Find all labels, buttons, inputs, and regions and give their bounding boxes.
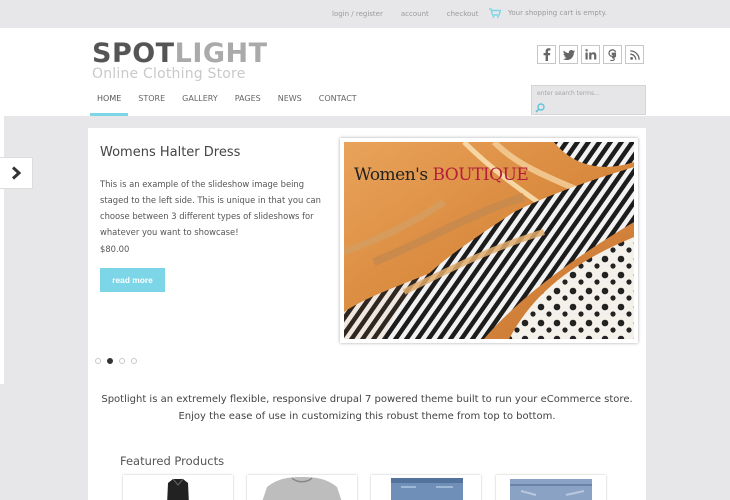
product-image bbox=[510, 479, 592, 500]
slide-price: $80.00 bbox=[100, 244, 130, 254]
facebook-icon[interactable] bbox=[537, 45, 556, 64]
social-links bbox=[537, 45, 647, 64]
slide-title: Womens Halter Dress bbox=[100, 145, 241, 160]
account-link[interactable]: account bbox=[401, 10, 429, 18]
nav-item-home[interactable]: HOME bbox=[90, 91, 129, 116]
read-more-button[interactable]: read more bbox=[100, 268, 165, 292]
site-logo[interactable]: SPOTLIGHT Online Clothing Store bbox=[92, 38, 268, 82]
left-edge-strip bbox=[0, 91, 4, 384]
slider-dot-1[interactable] bbox=[95, 358, 101, 364]
intro-line-2: Enjoy the ease of use in customizing thi… bbox=[178, 411, 556, 422]
chevron-right-icon bbox=[11, 166, 21, 180]
nav-item-gallery[interactable]: GALLERY bbox=[175, 91, 225, 116]
slide-image-caption: Women's BOUTIQUE bbox=[354, 165, 529, 185]
main-nav: HOME STORE GALLERY PAGES NEWS CONTACT bbox=[90, 91, 367, 116]
product-image bbox=[167, 478, 189, 500]
product-card[interactable] bbox=[247, 475, 357, 500]
linkedin-icon[interactable] bbox=[581, 45, 600, 64]
rss-icon[interactable] bbox=[625, 45, 644, 64]
shopping-cart[interactable]: Your shopping cart is empty. bbox=[489, 8, 607, 18]
cart-status: Your shopping cart is empty. bbox=[508, 9, 607, 17]
product-card[interactable] bbox=[496, 475, 606, 500]
slider-pager bbox=[95, 358, 143, 364]
slider-dot-3[interactable] bbox=[119, 358, 125, 364]
cart-icon bbox=[489, 8, 501, 18]
nav-item-store[interactable]: STORE bbox=[131, 91, 172, 116]
logo-text-spot: SPOT bbox=[92, 38, 175, 69]
caption-womens: Women's bbox=[354, 165, 433, 185]
nav-item-contact[interactable]: CONTACT bbox=[312, 91, 364, 116]
slider-prev-button[interactable] bbox=[0, 157, 33, 189]
product-image bbox=[262, 477, 342, 500]
account-links: login / register account checkout bbox=[332, 10, 496, 18]
main-content: Womens Halter Dress This is an example o… bbox=[88, 128, 646, 500]
slide-image[interactable]: Women's BOUTIQUE bbox=[340, 138, 638, 343]
twitter-icon[interactable] bbox=[559, 45, 578, 64]
nav-item-pages[interactable]: PAGES bbox=[228, 91, 268, 116]
login-register-link[interactable]: login / register bbox=[332, 10, 383, 18]
site-header: SPOTLIGHT Online Clothing Store HOME STO… bbox=[0, 28, 730, 116]
checkout-link[interactable]: checkout bbox=[447, 10, 479, 18]
product-image bbox=[391, 478, 463, 500]
featured-products-heading: Featured Products bbox=[120, 454, 225, 468]
nav-item-news[interactable]: NEWS bbox=[271, 91, 309, 116]
product-card[interactable] bbox=[123, 475, 233, 500]
search-box bbox=[531, 85, 646, 115]
logo-text-light: LIGHT bbox=[174, 38, 268, 69]
product-card[interactable] bbox=[371, 475, 481, 500]
intro-line-1: Spotlight is an extremely flexible, resp… bbox=[101, 394, 633, 405]
slider-dot-4[interactable] bbox=[131, 358, 137, 364]
search-icon[interactable] bbox=[535, 103, 545, 113]
top-bar: login / register account checkout Your s… bbox=[0, 0, 730, 28]
slider-dot-2[interactable] bbox=[107, 358, 113, 364]
slide-description: This is an example of the slideshow imag… bbox=[100, 179, 321, 237]
logo-tagline: Online Clothing Store bbox=[92, 66, 246, 82]
caption-boutique: BOUTIQUE bbox=[432, 165, 529, 185]
intro-text: Spotlight is an extremely flexible, resp… bbox=[88, 391, 646, 425]
google-icon[interactable] bbox=[603, 45, 622, 64]
search-input[interactable] bbox=[537, 90, 637, 97]
